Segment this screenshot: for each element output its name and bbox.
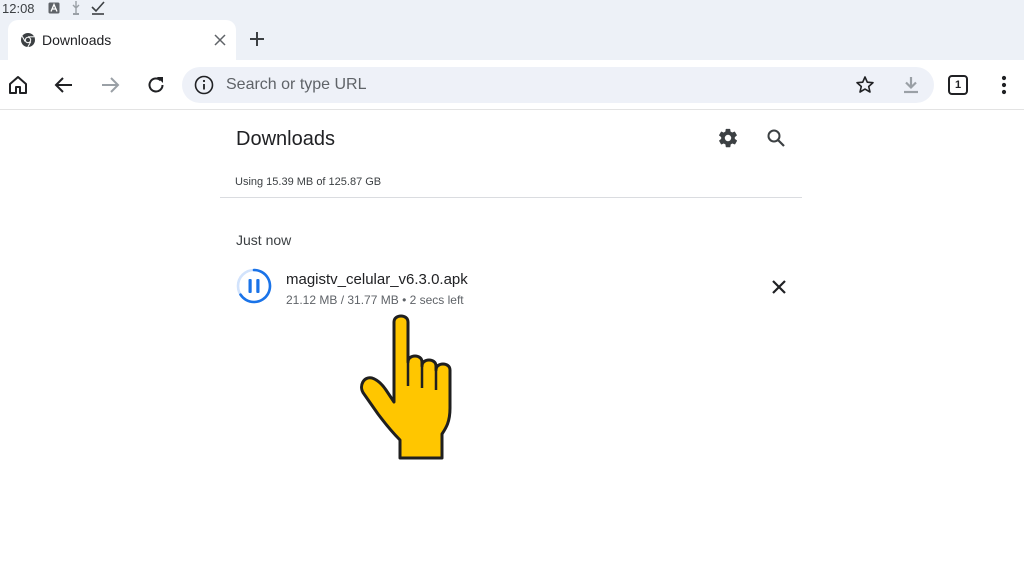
search-button[interactable]: [764, 126, 788, 150]
settings-button[interactable]: [716, 126, 740, 150]
home-button[interactable]: [4, 71, 32, 99]
file-name[interactable]: magistv_celular_v6.3.0.apk: [286, 271, 468, 288]
tab-switcher-button[interactable]: 1: [944, 71, 972, 99]
download-icon[interactable]: [900, 74, 922, 96]
home-icon: [9, 76, 27, 94]
gear-icon: [719, 128, 738, 148]
storage-usage: Using 15.39 MB of 125.87 GB: [235, 176, 382, 188]
section-label-just-now: Just now: [236, 232, 292, 248]
tab-downloads[interactable]: Downloads: [8, 20, 236, 60]
back-arrow-icon: [54, 77, 72, 93]
tab-title: Downloads: [42, 32, 112, 48]
forward-button[interactable]: [96, 71, 124, 99]
omnibox[interactable]: [182, 67, 934, 103]
usb-icon: [69, 1, 83, 15]
more-vert-icon: [1001, 75, 1007, 95]
pause-resume-button[interactable]: [234, 266, 274, 306]
back-button[interactable]: [50, 71, 78, 99]
address-input[interactable]: [226, 73, 826, 97]
pointing-hand-icon: [356, 310, 468, 460]
browser-toolbar: 1: [0, 60, 1024, 110]
reload-icon: [148, 77, 164, 93]
app-a-icon: [47, 1, 61, 15]
cancel-download-button[interactable]: [768, 276, 790, 298]
pause-icon: [248, 279, 260, 293]
site-info-icon[interactable]: [194, 75, 214, 95]
check-icon: [90, 1, 105, 15]
downloads-header: Downloads Using 15.39 MB of 125.87 GB: [220, 110, 802, 198]
page-title: Downloads: [236, 128, 335, 150]
file-progress-meta: 21.12 MB / 31.77 MB • 2 secs left: [286, 293, 464, 307]
tab-strip: Downloads: [0, 16, 1024, 60]
chrome-icon: [20, 32, 36, 48]
forward-arrow-icon: [102, 77, 120, 93]
reload-button[interactable]: [142, 71, 170, 99]
search-icon: [767, 129, 785, 147]
tab-count: 1: [954, 79, 962, 91]
menu-button[interactable]: [990, 71, 1018, 99]
bookmark-star-icon[interactable]: [854, 74, 876, 96]
download-item[interactable]: magistv_celular_v6.3.0.apk 21.12 MB / 31…: [232, 264, 802, 312]
status-time: 12:08: [2, 0, 35, 16]
new-tab-button[interactable]: [244, 26, 270, 52]
close-tab-icon[interactable]: [210, 30, 230, 50]
close-icon: [772, 280, 786, 294]
progress-arc: [239, 268, 272, 304]
system-status-bar: 12:08: [0, 0, 1024, 16]
